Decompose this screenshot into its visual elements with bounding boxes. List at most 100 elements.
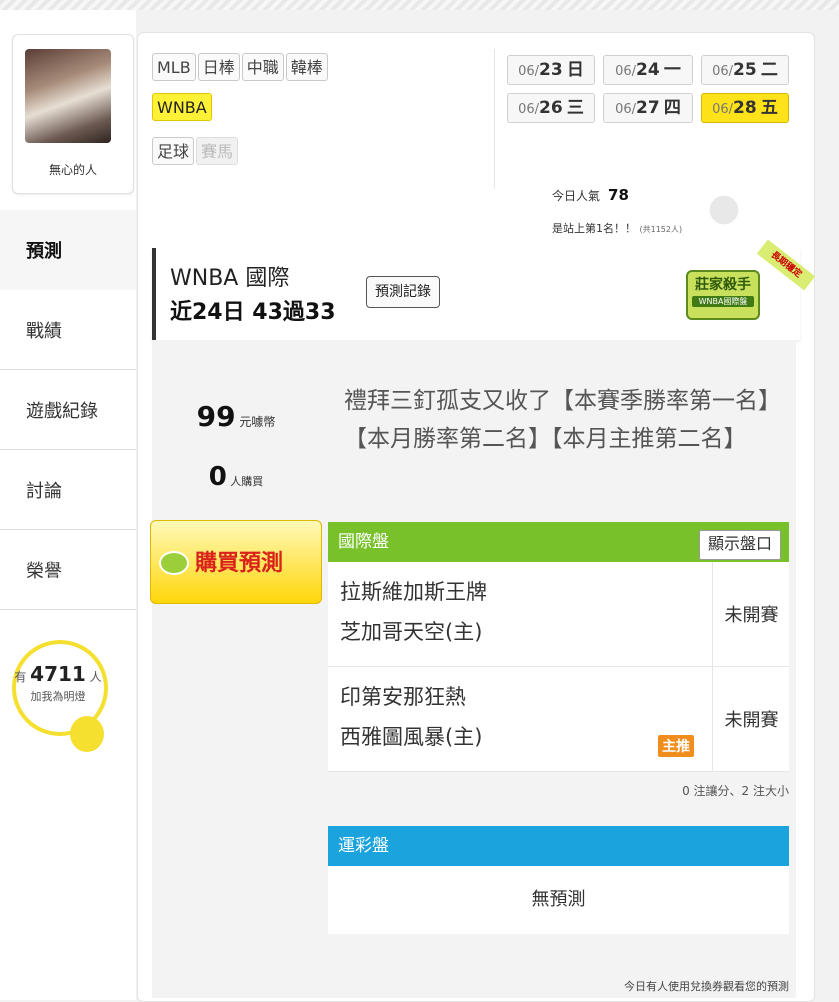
game-status: 未開賽 (712, 667, 790, 771)
date-day: 25 (733, 60, 757, 80)
popularity-value: 78 (608, 186, 629, 204)
prediction-description: 禮拜三釘孤支又收了【本賽季勝率第一名】【本月勝率第二名】【本月主推第二名】 (344, 388, 770, 452)
league-title: WNBA 國際 (170, 266, 290, 291)
intl-market-title: 國際盤 (338, 532, 389, 552)
date-day: 27 (636, 98, 660, 118)
date-tab-0625[interactable]: 06/25 二 (701, 55, 789, 85)
popularity-label: 今日人氣 (552, 189, 601, 203)
fans-suffix: 人 (89, 670, 102, 684)
date-tab-0627[interactable]: 06/27 四 (603, 93, 693, 123)
date-weekday: 三 (566, 98, 584, 118)
fans-count: 有 4711 人 (8, 662, 108, 686)
league-tab-wnba[interactable]: WNBA (152, 93, 212, 121)
sidebar-item-game-log[interactable]: 遊戲紀錄 (0, 370, 136, 450)
fans-number: 4711 (30, 662, 86, 686)
sidebar-item-label: 預測 (26, 241, 62, 262)
date-selector: 06/23 日 06/24 一 06/25 二 06/26 三 06/27 四 … (494, 49, 795, 189)
league-tab-kbo[interactable]: 韓棒 (285, 53, 328, 81)
buy-prediction-button[interactable]: 購買預測 (150, 520, 322, 604)
price-value: 99 (196, 400, 236, 433)
sidebar-item-discuss[interactable]: 討論 (0, 450, 136, 530)
date-tab-0624[interactable]: 06/24 一 (603, 55, 693, 85)
date-weekday: 一 (663, 60, 681, 80)
sidebar-item-label: 討論 (26, 480, 62, 502)
sidebar-item-predict[interactable]: 預測 (0, 210, 136, 290)
league-tab-mlb[interactable]: MLB (152, 53, 196, 81)
date-tab-0628[interactable]: 06/28 五 (701, 93, 789, 123)
rank-total: (共1152人) (639, 225, 683, 234)
follow-link[interactable]: 加我為明燈 (8, 688, 108, 704)
buyers-unit: 人購買 (230, 475, 264, 488)
price-column: 99 元噱幣 0 人購買 (152, 390, 320, 514)
game-row: 印第安那狂熱 西雅圖風暴(主) 主推 未開賽 (328, 667, 789, 772)
sidebar-item-honor[interactable]: 榮譽 (0, 530, 136, 610)
date-weekday: 日 (566, 60, 584, 80)
buy-button-label: 購買預測 (195, 551, 284, 576)
profile-card[interactable]: 無心的人 (12, 34, 134, 194)
league-tab-npb[interactable]: 日棒 (197, 53, 240, 81)
fans-prefix: 有 (14, 670, 27, 684)
date-day: 24 (636, 60, 660, 80)
no-prediction: 無預測 (328, 866, 789, 934)
date-tab-0623[interactable]: 06/23 日 (507, 55, 595, 85)
price: 99 元噱幣 (152, 400, 320, 433)
league-tab-horse[interactable]: 賽馬 (196, 137, 239, 165)
date-month: 06/ (712, 102, 734, 117)
prediction-record-button[interactable]: 預測記錄 (366, 276, 440, 308)
lightbulb-icon (70, 716, 104, 752)
show-odds-button[interactable]: 顯示盤口 (698, 530, 781, 560)
intl-market-header: 國際盤 顯示盤口 (328, 522, 789, 562)
top-border (0, 0, 839, 10)
fans-widget[interactable]: 有 4711 人 加我為明燈 (8, 638, 118, 752)
date-month: 06/ (518, 64, 540, 79)
lottery-market-title: 運彩盤 (338, 836, 389, 856)
date-month: 06/ (615, 64, 637, 79)
date-day: 28 (733, 98, 757, 118)
date-weekday: 五 (760, 98, 778, 118)
recent-record: 近24日 43過33 (170, 300, 336, 325)
league-tab-soccer[interactable]: 足球 (152, 137, 195, 165)
sidebar-item-label: 榮譽 (26, 560, 62, 582)
main-pick-tag: 主推 (658, 735, 694, 757)
buyers-count: 0 (208, 462, 227, 492)
league-row-2: WNBA (152, 93, 214, 121)
buyers: 0 人購買 (152, 462, 320, 492)
date-day: 26 (539, 98, 563, 118)
game-row: 拉斯維加斯王牌 芝加哥天空(主) 未開賽 (328, 562, 789, 667)
sidebar-nav: 預測 戰績 遊戲紀錄 討論 榮譽 (0, 210, 136, 610)
date-day: 23 (539, 60, 563, 80)
league-row-1: MLB 日棒 中職 韓棒 (152, 53, 330, 81)
date-tab-0626[interactable]: 06/26 三 (507, 93, 595, 123)
popularity-rank: 是站上第1名！！ (共1152人) (552, 220, 682, 236)
footnote: 今日有人使用兌換券觀看您的預測 (624, 980, 789, 993)
home-team: 西雅圖風暴(主) (340, 725, 483, 749)
decorative-splash (700, 180, 760, 230)
away-team: 拉斯維加斯王牌 (340, 580, 487, 604)
badge-title: 莊家殺手 (695, 277, 751, 293)
sidebar: 無心的人 預測 戰績 遊戲紀錄 討論 榮譽 有 4711 人 加我為明燈 (0, 10, 136, 1000)
rank-text: 是站上第1名！！ (552, 222, 636, 235)
date-month: 06/ (615, 102, 637, 117)
badge-subtitle: WNBA國際盤 (692, 296, 754, 307)
username: 無心的人 (48, 163, 97, 177)
league-row-3: 足球 賽馬 (152, 137, 240, 165)
home-team: 芝加哥天空(主) (340, 620, 483, 644)
date-weekday: 二 (760, 60, 778, 80)
avatar[interactable] (25, 49, 111, 143)
game-teams: 拉斯維加斯王牌 芝加哥天空(主) (340, 572, 487, 652)
sidebar-item-label: 戰績 (26, 320, 62, 342)
coin-icon (159, 551, 189, 575)
sidebar-item-label: 遊戲紀錄 (26, 400, 98, 422)
date-month: 06/ (712, 64, 734, 79)
away-team: 印第安那狂熱 (340, 685, 466, 709)
game-status: 未開賽 (712, 562, 790, 666)
game-teams: 印第安那狂熱 西雅圖風暴(主) (340, 677, 482, 757)
league-tab-cpbl[interactable]: 中職 (241, 53, 284, 81)
popularity: 今日人氣 78 (552, 186, 629, 204)
date-month: 06/ (518, 102, 540, 117)
bookie-killer-badge: 莊家殺手 WNBA國際盤 (686, 270, 760, 320)
sidebar-item-record[interactable]: 戰績 (0, 290, 136, 370)
price-unit: 元噱幣 (239, 415, 276, 429)
bet-count-note: 0 注讓分、2 注大小 (682, 784, 789, 798)
date-weekday: 四 (663, 98, 681, 118)
